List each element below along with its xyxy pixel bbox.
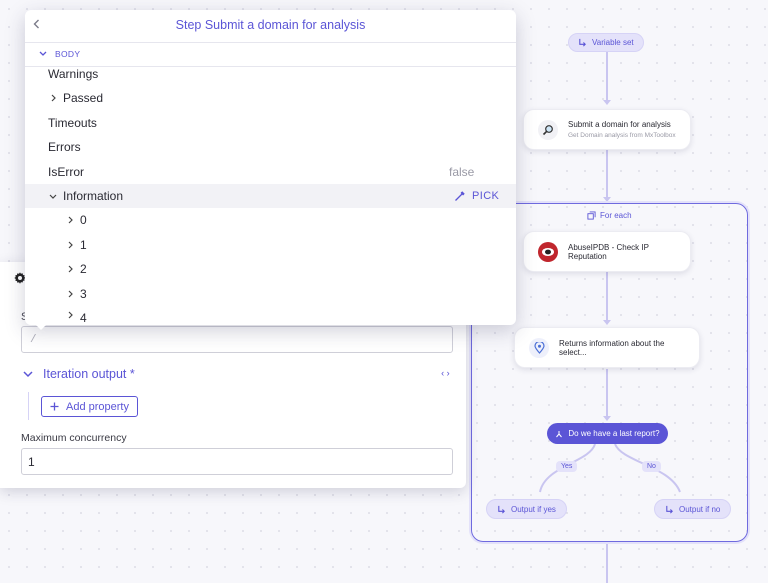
abuseipdb-logo-icon [538, 241, 558, 262]
variable-set-node[interactable]: Variable set [568, 33, 644, 52]
tree-row-information-1[interactable]: 1 [25, 233, 516, 257]
chevron-down-icon [23, 370, 33, 377]
chevron-down-icon [48, 194, 58, 199]
connector-arrow [603, 100, 611, 105]
output-if-yes-node[interactable]: Output if yes [486, 499, 567, 519]
tree-row-label: 4 [80, 311, 87, 324]
tree-guide-line [28, 392, 29, 420]
variable-set-icon [498, 505, 505, 513]
pick-label: PICK [472, 190, 500, 202]
tree-row-label: Warnings [48, 67, 99, 81]
tree-row-information[interactable]: Information PICK [25, 184, 516, 208]
body-label: BODY [55, 49, 81, 59]
add-property-label: Add property [66, 400, 129, 413]
tree-row-value: false [449, 165, 475, 179]
node-title: Returns information about the select... [559, 338, 665, 357]
decision-node[interactable]: Do we have a last report? [547, 423, 668, 444]
tree-row-label: Errors [48, 140, 81, 154]
tree-row-passed[interactable]: Passed [25, 86, 516, 110]
tree-row-errors[interactable]: Errors [25, 135, 516, 159]
tree-row-label: 1 [80, 238, 87, 252]
variable-set-icon [666, 505, 673, 513]
node-title: AbuseIPDB - Check IP Reputation [568, 242, 649, 261]
foreach-icon [587, 211, 596, 220]
add-property-button[interactable]: Add property [41, 396, 138, 417]
branch-label-yes: Yes [556, 461, 578, 472]
connector-line [606, 543, 608, 583]
source-path-input[interactable]: / [21, 326, 453, 353]
popup-caret [34, 323, 48, 330]
popup-title: Step Submit a domain for analysis [175, 18, 366, 32]
output-if-no-node[interactable]: Output if no [654, 499, 732, 519]
submit-domain-node[interactable]: Submit a domain for analysis Get Domain … [523, 109, 691, 150]
max-concurrency-label: Maximum concurrency [21, 432, 127, 444]
variable-set-icon [579, 38, 586, 47]
node-title: Submit a domain for analysis [568, 120, 671, 129]
node-subtitle: Get Domain analysis from MxToolbox [568, 132, 676, 139]
popup-divider [25, 42, 516, 43]
foreach-label: For each [587, 211, 632, 220]
tree-row-information-4[interactable]: 4 [25, 306, 516, 324]
iteration-output-label: Iteration output * [43, 367, 135, 381]
variable-set-label: Variable set [592, 38, 634, 47]
branch-icon [556, 430, 563, 437]
chevron-right-icon [65, 241, 75, 249]
body-section-header[interactable]: BODY [39, 49, 80, 59]
output-no-label: Output if no [679, 504, 721, 514]
tree-row-label: Information [63, 189, 124, 203]
tree-row-label: 0 [80, 213, 87, 227]
tree-row-timeouts[interactable]: Timeouts [25, 111, 516, 135]
magnifier-icon [538, 119, 558, 140]
tree-row-label: Passed [63, 91, 104, 105]
max-concurrency-input[interactable]: 1 [21, 448, 453, 475]
decision-label: Do we have a last report? [568, 429, 660, 438]
returns-info-node[interactable]: Returns information about the select... [514, 327, 700, 368]
tree-row-information-2[interactable]: 2 [25, 257, 516, 281]
tree-row-information-3[interactable]: 3 [25, 282, 516, 306]
pipette-icon [455, 190, 465, 201]
tree-row-warnings[interactable]: Warnings [25, 62, 516, 86]
chevron-down-icon [39, 51, 47, 56]
chevron-right-icon [65, 216, 75, 224]
chevron-right-icon [65, 311, 75, 319]
tree-row-label: 3 [80, 287, 87, 301]
branch-label-no: No [642, 461, 661, 472]
abuseipdb-node[interactable]: AbuseIPDB - Check IP Reputation [523, 231, 691, 272]
tree-row-label: 2 [80, 262, 87, 276]
tree-row-information-0[interactable]: 0 [25, 208, 516, 232]
tree-row-label: Timeouts [48, 116, 97, 130]
pick-button[interactable]: PICK [454, 190, 499, 202]
connector-line [606, 150, 608, 198]
tree-row-iserror[interactable]: IsError false [25, 160, 516, 184]
connector-line [606, 52, 608, 102]
code-icon[interactable]: ‹› [440, 369, 451, 379]
chevron-right-icon [65, 265, 75, 273]
connector-arrow [603, 197, 611, 202]
chevron-right-icon [65, 290, 75, 298]
foreach-label-text: For each [600, 211, 632, 220]
back-chevron-icon[interactable] [33, 19, 40, 32]
iteration-output-header[interactable]: Iteration output * [23, 367, 135, 381]
plus-icon [50, 402, 59, 411]
chevron-right-icon [48, 94, 58, 102]
tree-row-label: IsError [48, 165, 84, 179]
location-pin-icon [529, 337, 549, 358]
output-yes-label: Output if yes [511, 504, 556, 514]
